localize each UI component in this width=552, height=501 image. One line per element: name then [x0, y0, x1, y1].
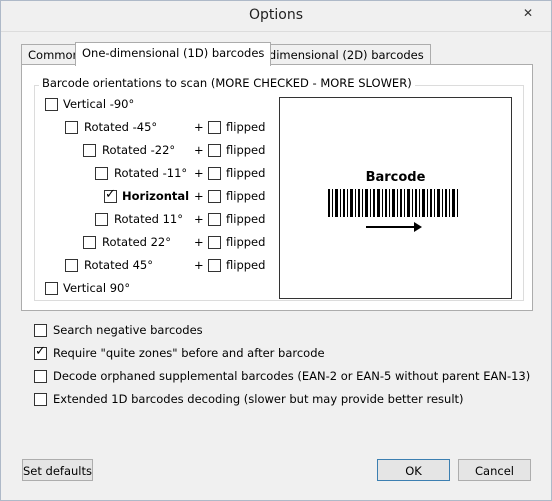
- checkbox-search-negative[interactable]: [34, 324, 47, 337]
- label-vertical-90: Vertical 90°: [63, 281, 131, 295]
- checkbox-flipped-45[interactable]: [208, 259, 221, 272]
- label-rotated-22: Rotated 22°: [102, 235, 171, 249]
- checkbox-rotated-45[interactable]: [65, 259, 78, 272]
- checkbox-require-quiet-zones[interactable]: [34, 344, 47, 360]
- label-vertical-minus-90: Vertical -90°: [63, 97, 135, 111]
- label-extended-decoding: Extended 1D barcodes decoding (slower bu…: [53, 392, 464, 406]
- label-require-quiet-zones: Require "quite zones" before and after b…: [53, 346, 325, 360]
- label-rotated-11: Rotated 11°: [114, 212, 183, 226]
- plus-sign: +: [194, 212, 204, 226]
- label-search-negative: Search negative barcodes: [53, 323, 203, 337]
- checkbox-decode-orphaned[interactable]: [34, 370, 47, 383]
- checkbox-vertical-minus-90[interactable]: [45, 98, 58, 111]
- label-flipped: flipped: [226, 212, 266, 226]
- label-flipped: flipped: [226, 143, 266, 157]
- checkbox-vertical-90[interactable]: [45, 282, 58, 295]
- plus-sign: +: [194, 166, 204, 180]
- label-decode-orphaned: Decode orphaned supplemental barcodes (E…: [53, 369, 531, 383]
- checkbox-flipped-11[interactable]: [208, 213, 221, 226]
- options-dialog: Options ✕ Common One-dimensional (1D) ba…: [0, 0, 552, 501]
- checkbox-horizontal[interactable]: [104, 187, 117, 203]
- label-rotated-minus-22: Rotated -22°: [102, 143, 176, 157]
- checkbox-extended-decoding[interactable]: [34, 393, 47, 406]
- label-flipped: flipped: [226, 235, 266, 249]
- plus-sign: +: [194, 235, 204, 249]
- checkbox-flipped-horizontal[interactable]: [208, 190, 221, 203]
- checkbox-rotated-minus-11[interactable]: [95, 167, 108, 180]
- checkbox-flipped-minus-11[interactable]: [208, 167, 221, 180]
- checkbox-rotated-11[interactable]: [95, 213, 108, 226]
- plus-sign: +: [194, 120, 204, 134]
- plus-sign: +: [194, 258, 204, 272]
- barcode-preview: Barcode: [279, 97, 512, 299]
- checkbox-rotated-22[interactable]: [83, 236, 96, 249]
- close-icon[interactable]: ✕: [513, 3, 543, 23]
- label-rotated-45: Rotated 45°: [84, 258, 153, 272]
- label-flipped: flipped: [226, 258, 266, 272]
- plus-sign: +: [194, 189, 204, 203]
- label-flipped: flipped: [226, 189, 266, 203]
- window-title: Options: [248, 7, 304, 23]
- checkbox-rotated-minus-22[interactable]: [83, 144, 96, 157]
- checkbox-rotated-minus-45[interactable]: [65, 121, 78, 134]
- label-rotated-minus-45: Rotated -45°: [84, 120, 158, 134]
- checkbox-flipped-22[interactable]: [208, 236, 221, 249]
- cancel-button[interactable]: Cancel: [458, 459, 531, 481]
- plus-sign: +: [194, 143, 204, 157]
- barcode-icon: [328, 189, 458, 232]
- tab-1d-barcodes[interactable]: One-dimensional (1D) barcodes: [75, 42, 272, 66]
- set-defaults-button[interactable]: Set defaults: [22, 459, 93, 481]
- title-bar: Options ✕: [1, 1, 551, 32]
- orientations-group-title: Barcode orientations to scan (MORE CHECK…: [39, 76, 415, 90]
- label-flipped: flipped: [226, 120, 266, 134]
- ok-button[interactable]: OK: [377, 459, 450, 481]
- label-rotated-minus-11: Rotated -11°: [114, 166, 188, 180]
- checkbox-flipped-minus-45[interactable]: [208, 121, 221, 134]
- label-horizontal: Horizontal: [122, 189, 190, 203]
- checkbox-flipped-minus-22[interactable]: [208, 144, 221, 157]
- label-flipped: flipped: [226, 166, 266, 180]
